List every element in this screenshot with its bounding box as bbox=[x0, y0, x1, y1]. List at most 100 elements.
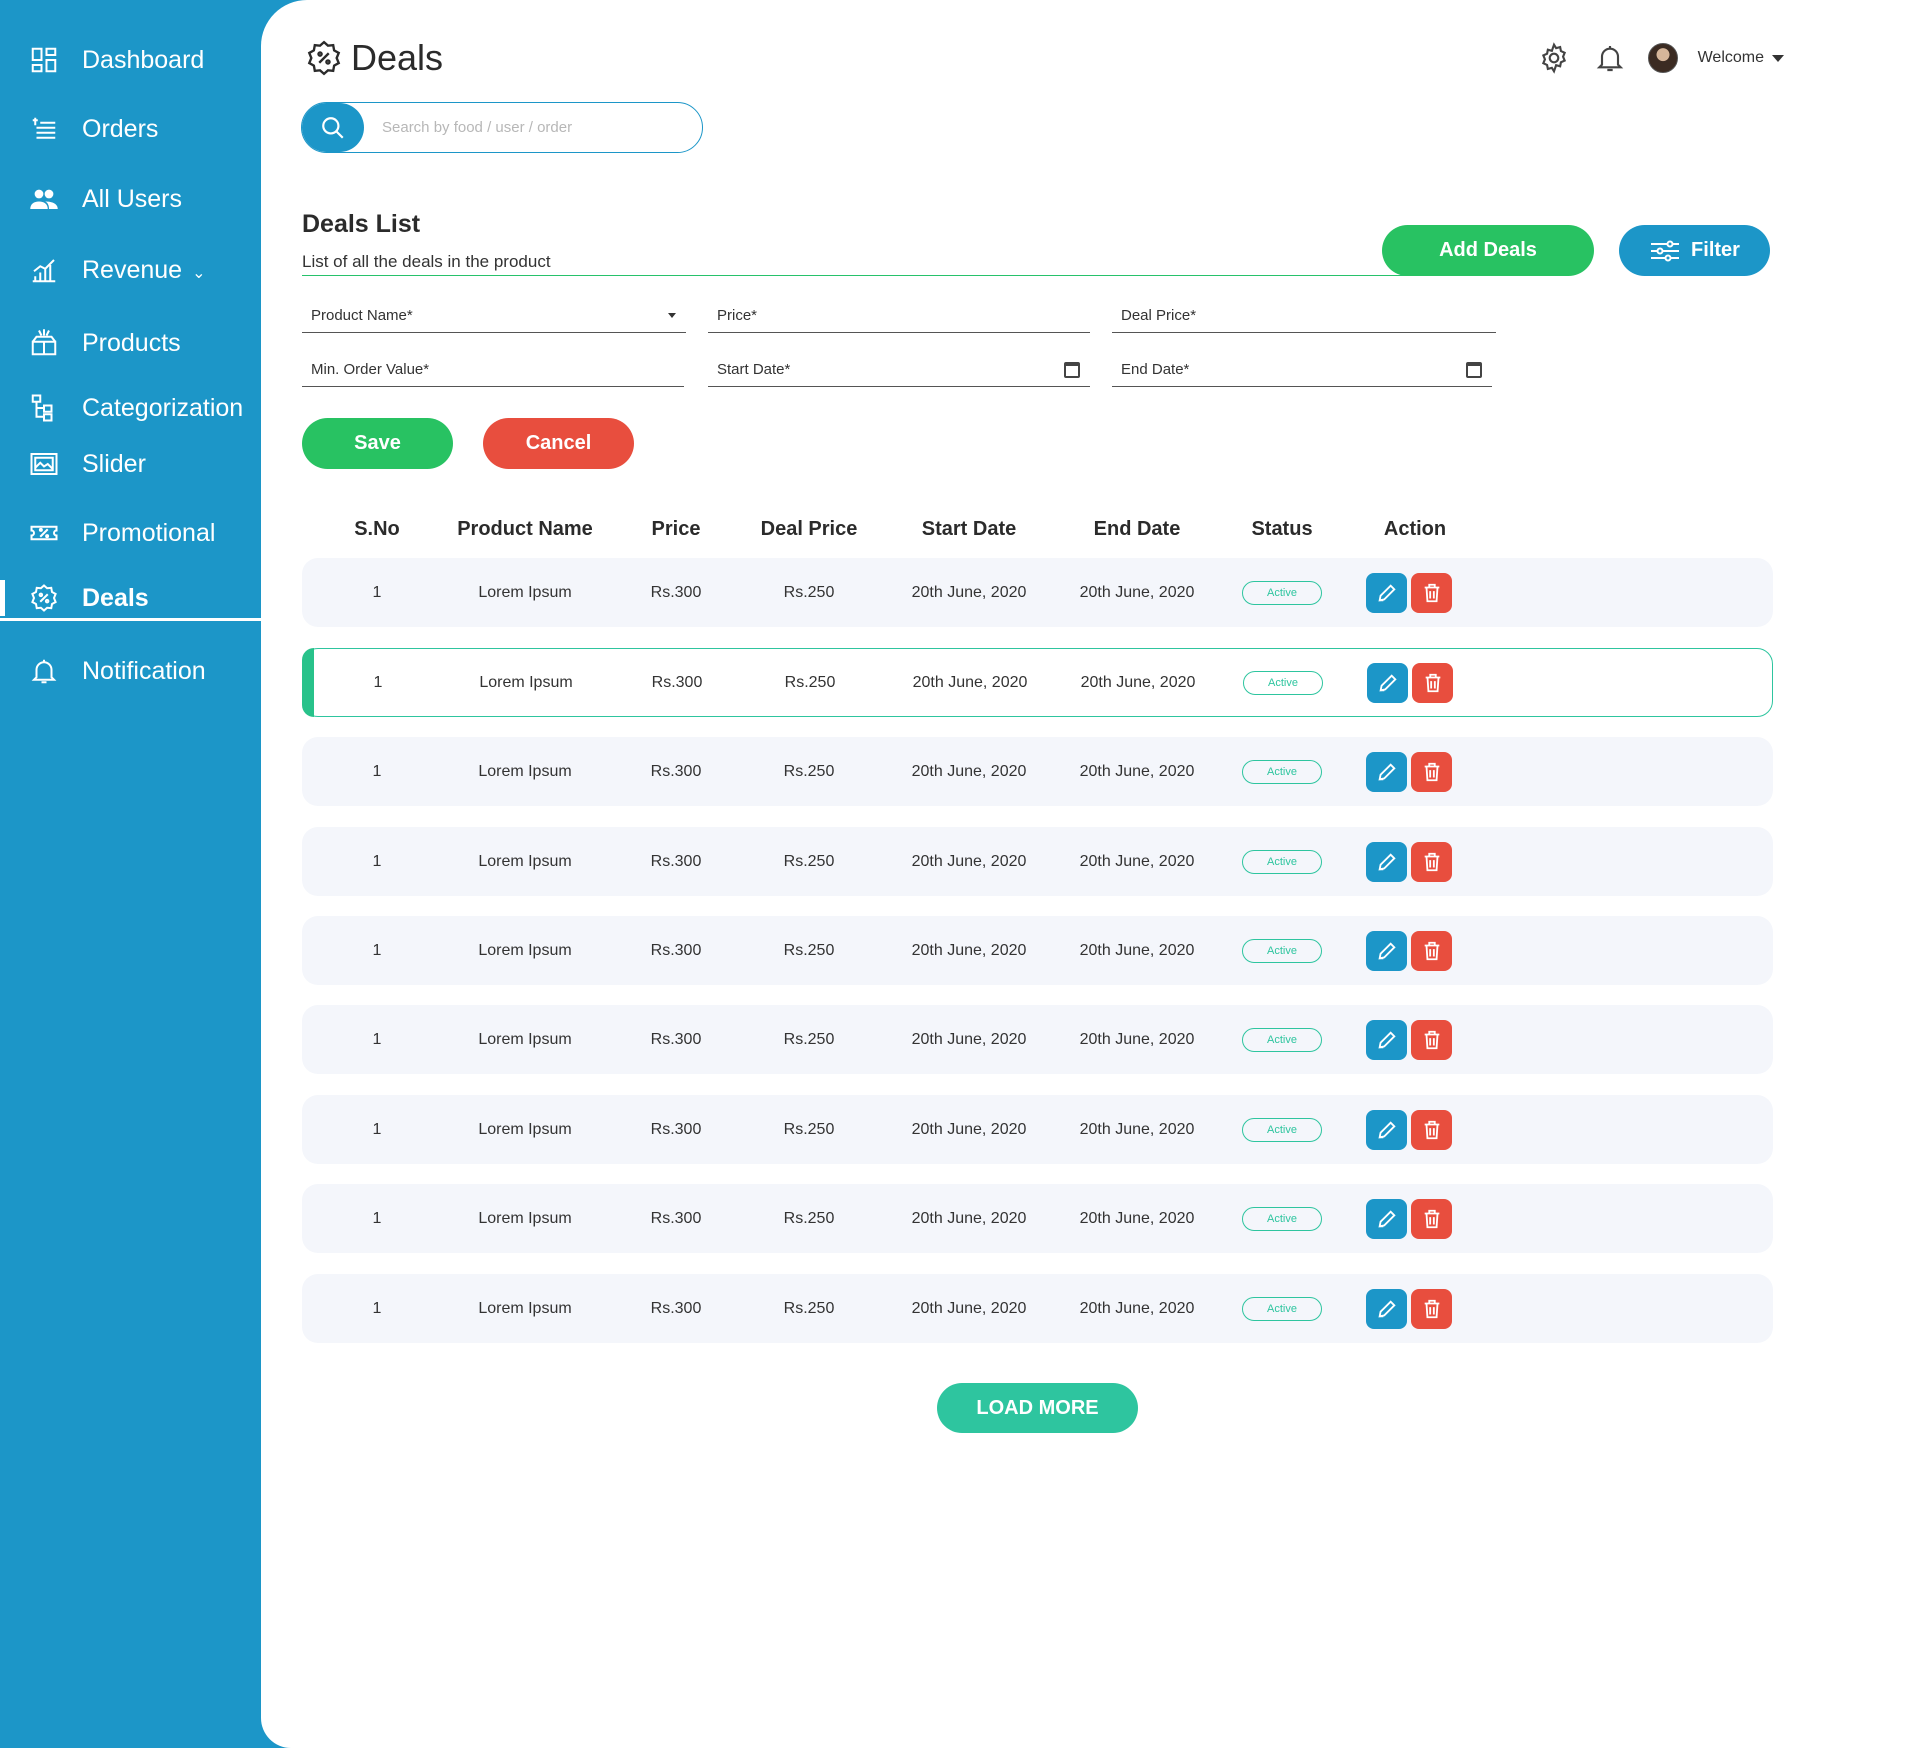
cell-deal-price: Rs.250 bbox=[783, 762, 835, 780]
cell-sno: 1 bbox=[373, 673, 383, 691]
pencil-icon bbox=[1377, 941, 1396, 960]
start-date-field[interactable]: Start Date* bbox=[708, 357, 1090, 387]
pencil-icon bbox=[1377, 762, 1396, 781]
delete-button[interactable] bbox=[1411, 1019, 1452, 1060]
table-row[interactable]: 1 Lorem Ipsum Rs.300 Rs.250 20th June, 2… bbox=[302, 1274, 1773, 1343]
pencil-icon bbox=[1377, 1209, 1396, 1228]
deal-price-field[interactable]: Deal Price* bbox=[1112, 303, 1496, 333]
table-row[interactable]: 1 Lorem Ipsum Rs.300 Rs.250 20th June, 2… bbox=[302, 1005, 1773, 1074]
field-label: Start Date* bbox=[717, 361, 791, 378]
sidebar-item-label: Categorization bbox=[82, 393, 244, 422]
table-row[interactable]: 1 Lorem Ipsum Rs.300 Rs.250 20th June, 2… bbox=[302, 916, 1773, 985]
field-label: Price* bbox=[717, 307, 758, 324]
min-order-value-field[interactable]: Min. Order Value* bbox=[302, 357, 684, 387]
sidebar-item-revenue[interactable]: Revenue ⌄ bbox=[0, 242, 262, 298]
edit-button[interactable] bbox=[1367, 662, 1408, 703]
calendar-icon[interactable] bbox=[1466, 361, 1482, 378]
status-badge: Active bbox=[1242, 849, 1322, 874]
page-title-text: Deals bbox=[351, 37, 444, 78]
gear-icon[interactable] bbox=[1536, 40, 1572, 76]
deals-list-title: Deals List bbox=[302, 210, 421, 238]
save-button[interactable]: Save bbox=[302, 418, 453, 469]
sidebar-item-dashboard[interactable]: Dashboard bbox=[0, 32, 262, 88]
delete-button[interactable] bbox=[1411, 841, 1452, 882]
cell-end-date: 20th June, 2020 bbox=[1080, 673, 1196, 691]
search-button[interactable] bbox=[302, 103, 364, 152]
table-row[interactable]: 1 Lorem Ipsum Rs.300 Rs.250 20th June, 2… bbox=[302, 1184, 1773, 1253]
sidebar-item-notification[interactable]: Notification bbox=[0, 643, 262, 699]
edit-button[interactable] bbox=[1366, 841, 1407, 882]
cell-deal-price: Rs.250 bbox=[783, 1299, 835, 1317]
cell-sno: 1 bbox=[372, 852, 382, 870]
cell-product-name: Lorem Ipsum bbox=[478, 583, 572, 601]
search-bar bbox=[301, 102, 703, 153]
bell-icon[interactable] bbox=[1592, 40, 1628, 76]
delete-button[interactable] bbox=[1411, 572, 1452, 613]
cell-start-date: 20th June, 2020 bbox=[911, 852, 1027, 870]
delete-button[interactable] bbox=[1412, 662, 1453, 703]
edit-button[interactable] bbox=[1366, 1198, 1407, 1239]
pencil-icon bbox=[1377, 1120, 1396, 1139]
search-input[interactable] bbox=[382, 119, 682, 136]
delete-button[interactable] bbox=[1411, 1288, 1452, 1329]
delete-button[interactable] bbox=[1411, 1109, 1452, 1150]
delete-button[interactable] bbox=[1411, 751, 1452, 792]
cell-start-date: 20th June, 2020 bbox=[911, 1299, 1027, 1317]
cell-price: Rs.300 bbox=[650, 762, 702, 780]
sidebar-item-categorization[interactable]: Categorization bbox=[0, 380, 262, 436]
sidebar-item-promotional[interactable]: Promotional bbox=[0, 505, 262, 561]
cell-start-date: 20th June, 2020 bbox=[911, 583, 1027, 601]
product-name-select[interactable]: Product Name* bbox=[302, 303, 686, 333]
cell-start-date: 20th June, 2020 bbox=[912, 673, 1028, 691]
avatar[interactable] bbox=[1647, 43, 1678, 73]
column-header: Status bbox=[1251, 518, 1313, 540]
filter-button[interactable]: Filter bbox=[1619, 225, 1770, 276]
cell-sno: 1 bbox=[372, 1209, 382, 1227]
sidebar-item-products[interactable]: Products bbox=[0, 315, 262, 371]
cell-product-name: Lorem Ipsum bbox=[478, 852, 572, 870]
edit-button[interactable] bbox=[1366, 930, 1407, 971]
cell-price: Rs.300 bbox=[650, 583, 702, 601]
price-field[interactable]: Price* bbox=[708, 303, 1090, 333]
end-date-field[interactable]: End Date* bbox=[1112, 357, 1492, 387]
sidebar-item-label: Revenue bbox=[82, 255, 183, 284]
edit-button[interactable] bbox=[1366, 1109, 1407, 1150]
sidebar-item-label: Products bbox=[82, 328, 181, 357]
sidebar-item-label: Notification bbox=[82, 656, 206, 685]
sidebar-item-label: All Users bbox=[82, 184, 183, 213]
cancel-button[interactable]: Cancel bbox=[483, 418, 634, 469]
trash-icon bbox=[1424, 1120, 1439, 1139]
cell-sno: 1 bbox=[372, 762, 382, 780]
status-badge: Active bbox=[1242, 1206, 1322, 1231]
delete-button[interactable] bbox=[1411, 1198, 1452, 1239]
revenue-icon bbox=[26, 252, 62, 288]
edit-button[interactable] bbox=[1366, 751, 1407, 792]
table-row[interactable]: 1 Lorem Ipsum Rs.300 Rs.250 20th June, 2… bbox=[302, 1095, 1773, 1164]
sidebar-item-all-users[interactable]: All Users bbox=[0, 171, 262, 227]
pencil-icon bbox=[1377, 852, 1396, 871]
edit-button[interactable] bbox=[1366, 572, 1407, 613]
sidebar-item-label: Dashboard bbox=[82, 45, 205, 74]
delete-button[interactable] bbox=[1411, 930, 1452, 971]
cell-end-date: 20th June, 2020 bbox=[1079, 762, 1195, 780]
cell-end-date: 20th June, 2020 bbox=[1079, 1120, 1195, 1138]
sidebar-item-slider[interactable]: Slider bbox=[0, 436, 262, 492]
load-more-button[interactable]: LOAD MORE bbox=[937, 1383, 1138, 1433]
promotional-icon bbox=[26, 515, 62, 551]
trash-icon bbox=[1424, 583, 1439, 602]
edit-button[interactable] bbox=[1366, 1288, 1407, 1329]
sidebar-item-orders[interactable]: Orders bbox=[0, 101, 262, 157]
column-header: S.No bbox=[354, 518, 400, 540]
table-row[interactable]: 1 Lorem Ipsum Rs.300 Rs.250 20th June, 2… bbox=[302, 827, 1773, 896]
table-row[interactable]: 1 Lorem Ipsum Rs.300 Rs.250 20th June, 2… bbox=[302, 558, 1773, 627]
main-panel: Deals Welcome Deals List List of all the… bbox=[261, 0, 1920, 1748]
table-row[interactable]: 1 Lorem Ipsum Rs.300 Rs.250 20th June, 2… bbox=[302, 737, 1773, 806]
cell-start-date: 20th June, 2020 bbox=[911, 762, 1027, 780]
cell-product-name: Lorem Ipsum bbox=[478, 1030, 572, 1048]
table-row[interactable]: 1 Lorem Ipsum Rs.300 Rs.250 20th June, 2… bbox=[302, 648, 1773, 717]
add-deals-button[interactable]: Add Deals bbox=[1382, 225, 1594, 276]
edit-button[interactable] bbox=[1366, 1019, 1407, 1060]
filter-label: Filter bbox=[1691, 239, 1740, 261]
calendar-icon[interactable] bbox=[1064, 361, 1080, 378]
user-menu[interactable]: Welcome bbox=[1698, 49, 1784, 67]
